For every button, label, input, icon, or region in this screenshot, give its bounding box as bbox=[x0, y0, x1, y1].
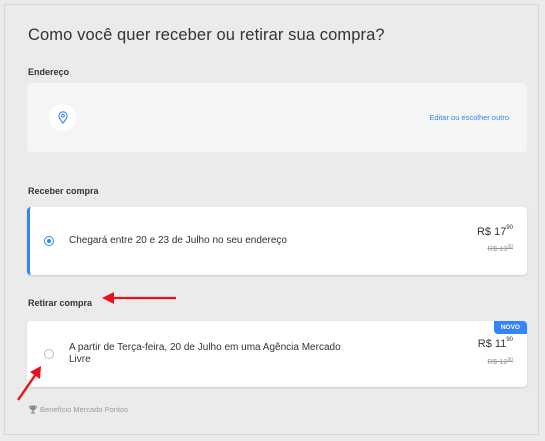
annotation-arrow-left-icon bbox=[102, 292, 176, 304]
deliver-option-text: Chegará entre 20 e 23 de Julho no seu en… bbox=[69, 235, 287, 246]
deliver-price: R$ 1790 bbox=[476, 225, 513, 238]
pickup-option-text: A partir de Terça-feira, 20 de Julho em … bbox=[69, 342, 341, 365]
pickup-option-card[interactable]: NOVO A partir de Terça-feira, 20 de Julh… bbox=[27, 321, 527, 387]
annotation-arrow-up-icon bbox=[17, 366, 41, 401]
pickup-radio[interactable] bbox=[44, 349, 54, 359]
deliver-option-card[interactable]: Chegará entre 20 e 23 de Julho no seu en… bbox=[27, 207, 527, 275]
mercado-pontos-note: Benefício Mercado Pontos bbox=[29, 405, 128, 414]
trophy-icon bbox=[29, 405, 37, 414]
deliver-old-price: R$ 1990 bbox=[487, 244, 513, 253]
pickup-section-label: Retirar compra bbox=[28, 298, 93, 308]
pickup-old-price: R$ 1290 bbox=[487, 357, 513, 366]
location-pin-icon bbox=[49, 104, 76, 131]
new-badge: NOVO bbox=[493, 321, 527, 334]
address-card: Editar ou escolher outro bbox=[27, 83, 527, 152]
deliver-section-label: Receber compra bbox=[28, 186, 99, 196]
address-section-label: Endereço bbox=[28, 67, 70, 77]
page-title: Como você quer receber ou retirar sua co… bbox=[28, 26, 385, 44]
deliver-radio[interactable] bbox=[44, 236, 54, 246]
edit-address-link[interactable]: Editar ou escolher outro bbox=[429, 113, 509, 122]
pickup-price: R$ 1190 bbox=[477, 337, 513, 350]
